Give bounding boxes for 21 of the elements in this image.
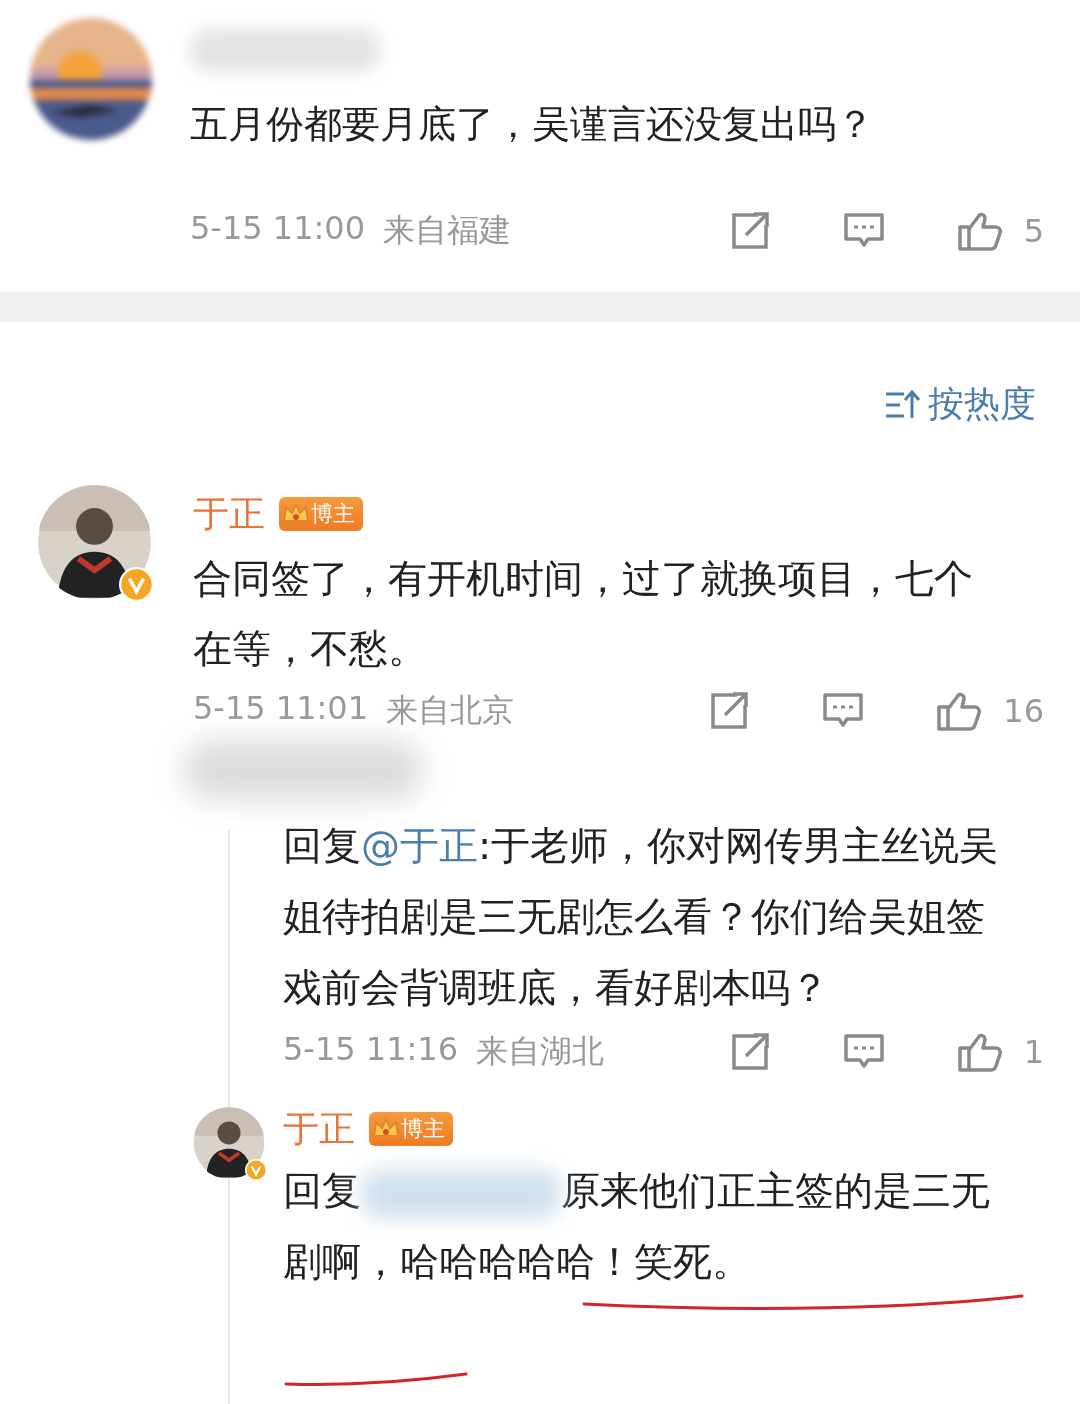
comment-time: 5-15 11:16 bbox=[283, 1030, 458, 1070]
user-name[interactable]: 于正 bbox=[193, 489, 265, 539]
comment-text: 合同签了，有开机时间，过了就换项目，七个在等，不愁。 bbox=[193, 555, 974, 673]
badge-label: 博主 bbox=[311, 500, 355, 528]
comment-location: 来自北京 bbox=[386, 690, 514, 731]
like-count: 1 bbox=[1023, 1033, 1044, 1071]
reply-text: 回复@于正:于老师，你对网传男主丝说吴姐待拍剧是三无剧怎么看？你们给吴姐签戏前会背调班底，看好剧本吗？ bbox=[283, 822, 1000, 1012]
badge-label: 博主 bbox=[401, 1115, 445, 1143]
avatar[interactable] bbox=[193, 1107, 265, 1179]
like-count: 16 bbox=[1003, 692, 1044, 730]
sort-button[interactable]: 按热度 bbox=[884, 380, 1036, 429]
comment-location: 来自湖北 bbox=[476, 1031, 604, 1072]
comment-location: 来自福建 bbox=[383, 210, 511, 251]
comment-time: 5-15 11:00 bbox=[190, 209, 365, 249]
like-count: 5 bbox=[1023, 212, 1044, 250]
comment-text: 五月份都要月底了，吴谨言还没复出吗？ bbox=[190, 101, 875, 148]
user-name[interactable]: 于正 bbox=[283, 1104, 355, 1154]
reply-text: 回复 原来他们正主签的是三无剧啊，哈哈哈哈哈！笑死。 bbox=[283, 1167, 991, 1286]
mention-link[interactable]: @于正 bbox=[361, 823, 478, 868]
avatar[interactable] bbox=[37, 485, 152, 600]
comment-time: 5-15 11:01 bbox=[193, 689, 368, 729]
